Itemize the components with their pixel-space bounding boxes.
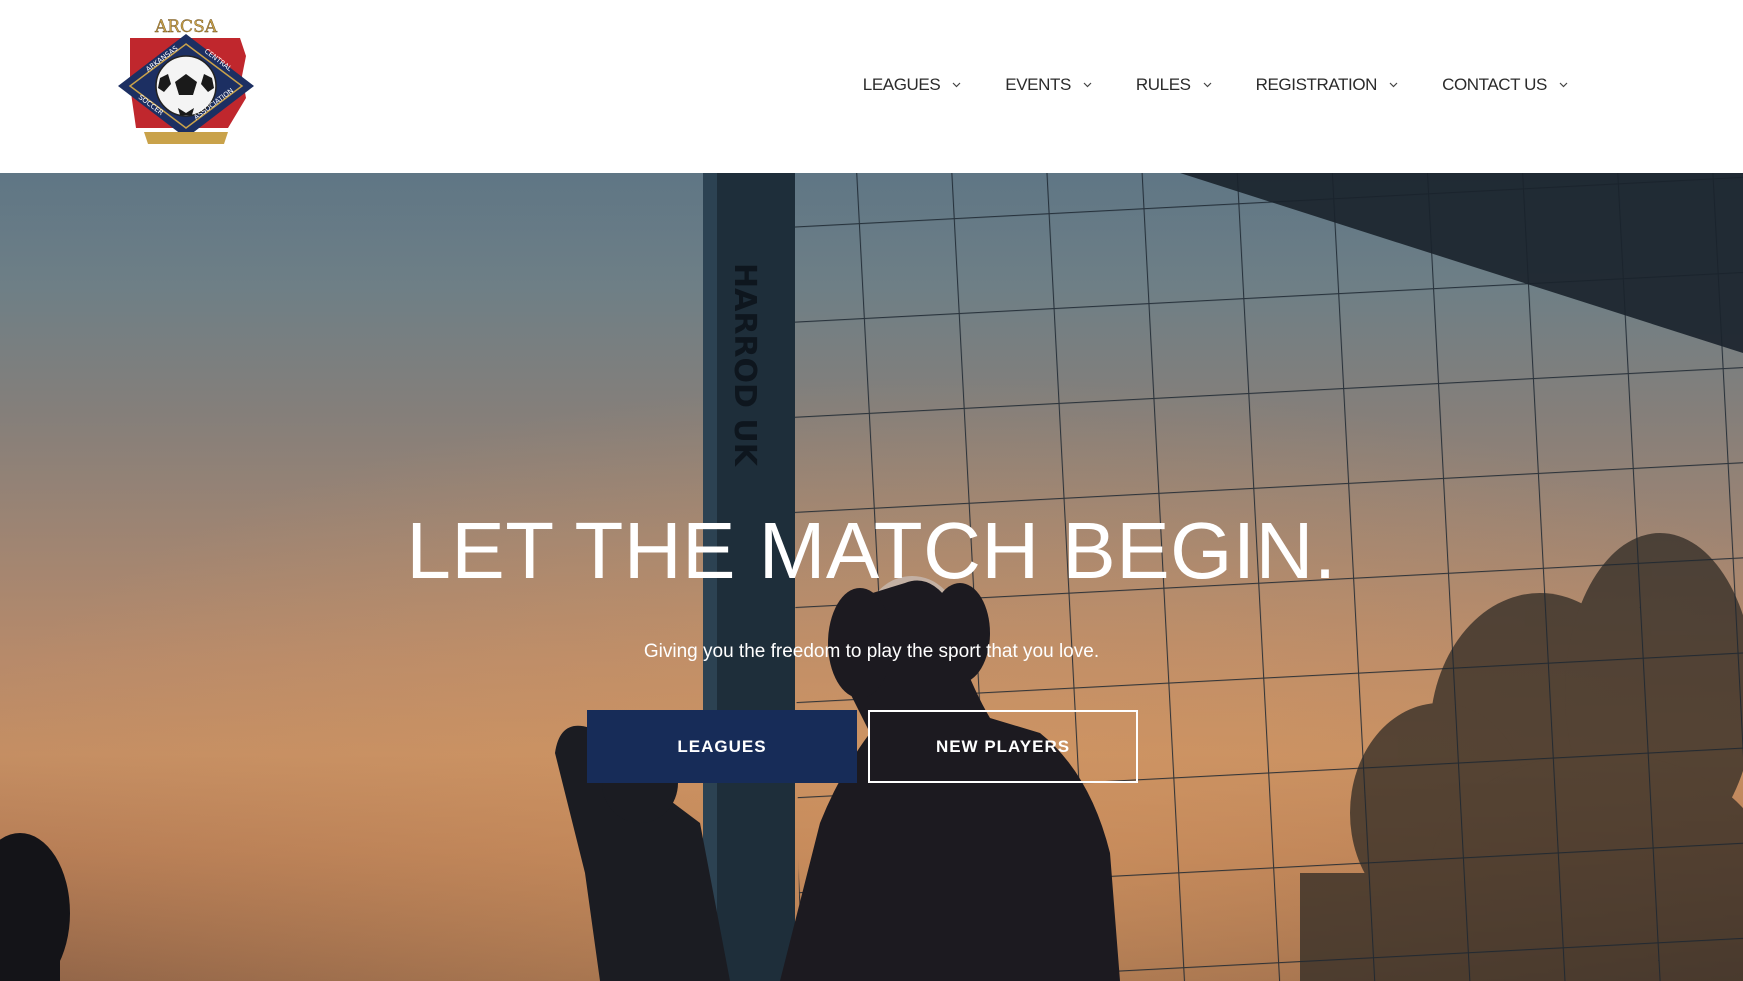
nav-item-label: CONTACT US [1442, 75, 1547, 94]
site-header: ARCSA ARKANSAS CENTRAL SOCCER ASSOCIATIO… [0, 0, 1743, 173]
hero-content: LET THE MATCH BEGIN. Giving you the free… [0, 173, 1743, 981]
chevron-down-icon [1203, 82, 1212, 88]
main-nav: LEAGUES EVENTS RULES REGISTRATION CONTAC… [863, 70, 1568, 100]
nav-item-label: REGISTRATION [1255, 75, 1378, 94]
nav-item-events[interactable]: EVENTS [1005, 75, 1092, 95]
nav-item-label: EVENTS [1005, 75, 1071, 94]
hero-subline: Giving you the freedom to play the sport… [643, 641, 1100, 662]
chevron-down-icon [952, 82, 961, 88]
arcsa-logo[interactable]: ARCSA ARKANSAS CENTRAL SOCCER ASSOCIATIO… [108, 16, 264, 153]
chevron-down-icon [1389, 82, 1398, 88]
svg-text:ARCSA: ARCSA [154, 17, 218, 37]
nav-item-registration[interactable]: REGISTRATION [1256, 75, 1398, 95]
nav-item-label: RULES [1135, 75, 1191, 94]
nav-item-contact-us[interactable]: CONTACT US [1442, 75, 1568, 95]
logo-emblem-icon: ARCSA ARKANSAS CENTRAL SOCCER ASSOCIATIO… [118, 17, 254, 144]
hero-headline: LET THE MATCH BEGIN. [406, 506, 1337, 595]
chevron-down-icon [1559, 82, 1568, 88]
leagues-button[interactable]: LEAGUES [587, 710, 857, 783]
nav-item-leagues[interactable]: LEAGUES [863, 75, 962, 95]
hero-banner: HARROD UK LET THE MATCH BEGIN. Giving yo… [0, 173, 1743, 981]
chevron-down-icon [1083, 82, 1092, 88]
nav-item-label: LEAGUES [862, 75, 941, 94]
nav-item-rules[interactable]: RULES [1136, 75, 1212, 95]
new-players-button[interactable]: NEW PLAYERS [868, 710, 1138, 783]
